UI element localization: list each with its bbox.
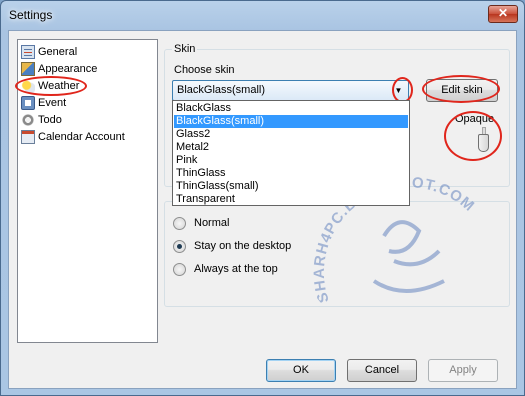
cancel-button[interactable]: Cancel <box>347 359 417 382</box>
opaque-label: Opaque <box>455 113 495 125</box>
nav-item-event[interactable]: Event <box>21 94 66 111</box>
choose-skin-label: Choose skin <box>174 64 235 76</box>
todo-icon <box>21 112 35 127</box>
skin-group-title: Skin <box>172 43 198 55</box>
dropdown-item[interactable]: Pink <box>174 154 408 167</box>
nav-item-calendar-account[interactable]: Calendar Account <box>21 128 125 145</box>
calendar-icon <box>21 129 35 144</box>
appearance-icon <box>21 61 35 76</box>
apply-button[interactable]: Apply <box>428 359 498 382</box>
nav-item-general[interactable]: General <box>21 43 77 60</box>
nav-item-label: General <box>38 45 78 58</box>
chevron-down-icon[interactable]: ▼ <box>391 83 406 98</box>
dropdown-item[interactable]: Glass2 <box>174 128 408 141</box>
weather-icon <box>21 78 35 93</box>
nav-item-label: Weather <box>38 79 80 92</box>
radio-normal[interactable]: Normal <box>173 215 229 231</box>
dropdown-item[interactable]: BlackGlass <box>174 102 408 115</box>
event-icon <box>21 95 35 110</box>
title-bar[interactable]: Settings ✕ <box>1 1 524 29</box>
radio-button[interactable] <box>173 216 186 230</box>
dropdown-item[interactable]: ThinGlass(small) <box>174 180 408 193</box>
nav-item-label: Todo <box>38 113 62 126</box>
dropdown-item[interactable]: Transparent <box>174 193 408 206</box>
nav-item-todo[interactable]: Todo <box>21 111 62 128</box>
radio-button[interactable] <box>173 262 186 276</box>
window-title: Settings <box>9 8 53 22</box>
dropdown-item[interactable]: Metal2 <box>174 141 408 154</box>
settings-nav-tree: General Appearance Weather Event Todo Ca… <box>17 39 158 343</box>
close-icon: ✕ <box>497 6 509 20</box>
skin-dropdown-list[interactable]: BlackGlass BlackGlass(small) Glass2 Meta… <box>172 100 410 206</box>
radio-label: Stay on the desktop <box>194 240 292 252</box>
radio-label: Normal <box>194 217 230 229</box>
radio-always-on-top[interactable]: Always at the top <box>173 261 278 277</box>
nav-item-appearance[interactable]: Appearance <box>21 60 97 77</box>
close-button[interactable]: ✕ <box>488 5 518 23</box>
dropdown-item[interactable]: ThinGlass <box>174 167 408 180</box>
radio-button[interactable] <box>173 239 186 253</box>
general-icon <box>21 44 35 59</box>
nav-item-label: Calendar Account <box>38 130 125 143</box>
skin-select-value: BlackGlass(small) <box>177 84 266 96</box>
radio-stay-on-desktop[interactable]: Stay on the desktop <box>173 238 291 254</box>
nav-item-label: Event <box>38 96 67 109</box>
nav-item-label: Appearance <box>38 62 98 75</box>
radio-label: Always at the top <box>194 263 278 275</box>
nav-item-weather[interactable]: Weather <box>21 77 79 94</box>
opacity-slider-thumb[interactable] <box>478 134 489 152</box>
settings-window: Settings ✕ General Appearance Weather Ev… <box>0 0 525 396</box>
ok-button[interactable]: OK <box>266 359 336 382</box>
dropdown-item-selected[interactable]: BlackGlass(small) <box>174 115 408 128</box>
edit-skin-button[interactable]: Edit skin <box>426 79 498 102</box>
skin-select[interactable]: BlackGlass(small) ▼ <box>172 80 409 101</box>
dialog-client-area: General Appearance Weather Event Todo Ca… <box>8 30 517 389</box>
